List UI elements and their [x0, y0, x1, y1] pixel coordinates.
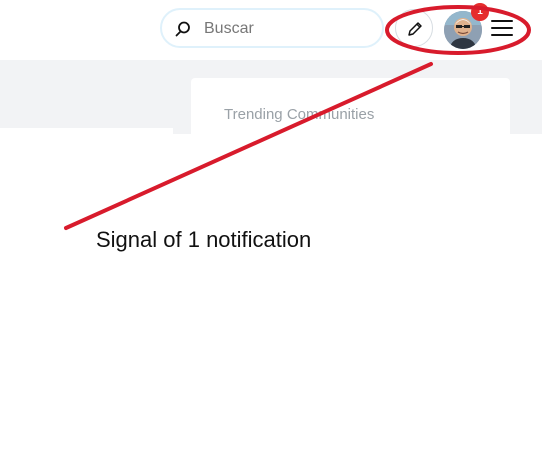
compose-button[interactable]: [395, 9, 433, 47]
trending-communities-title: Trending Communities: [224, 106, 375, 123]
search-bar[interactable]: [160, 8, 384, 48]
notification-count-badge: 1: [471, 3, 489, 21]
pencil-icon: [408, 22, 422, 36]
annotation-label: Signal of 1 notification: [96, 227, 312, 252]
screenshot-stage: Trending Communities 1: [0, 0, 542, 451]
content-area: Trending Communities: [0, 60, 542, 134]
trending-communities-card: Trending Communities: [191, 78, 510, 134]
search-icon: [175, 21, 190, 37]
search-input[interactable]: [202, 17, 376, 41]
hamburger-menu-icon: [491, 20, 513, 36]
menu-button[interactable]: [490, 16, 514, 40]
left-content-card: [0, 128, 173, 134]
